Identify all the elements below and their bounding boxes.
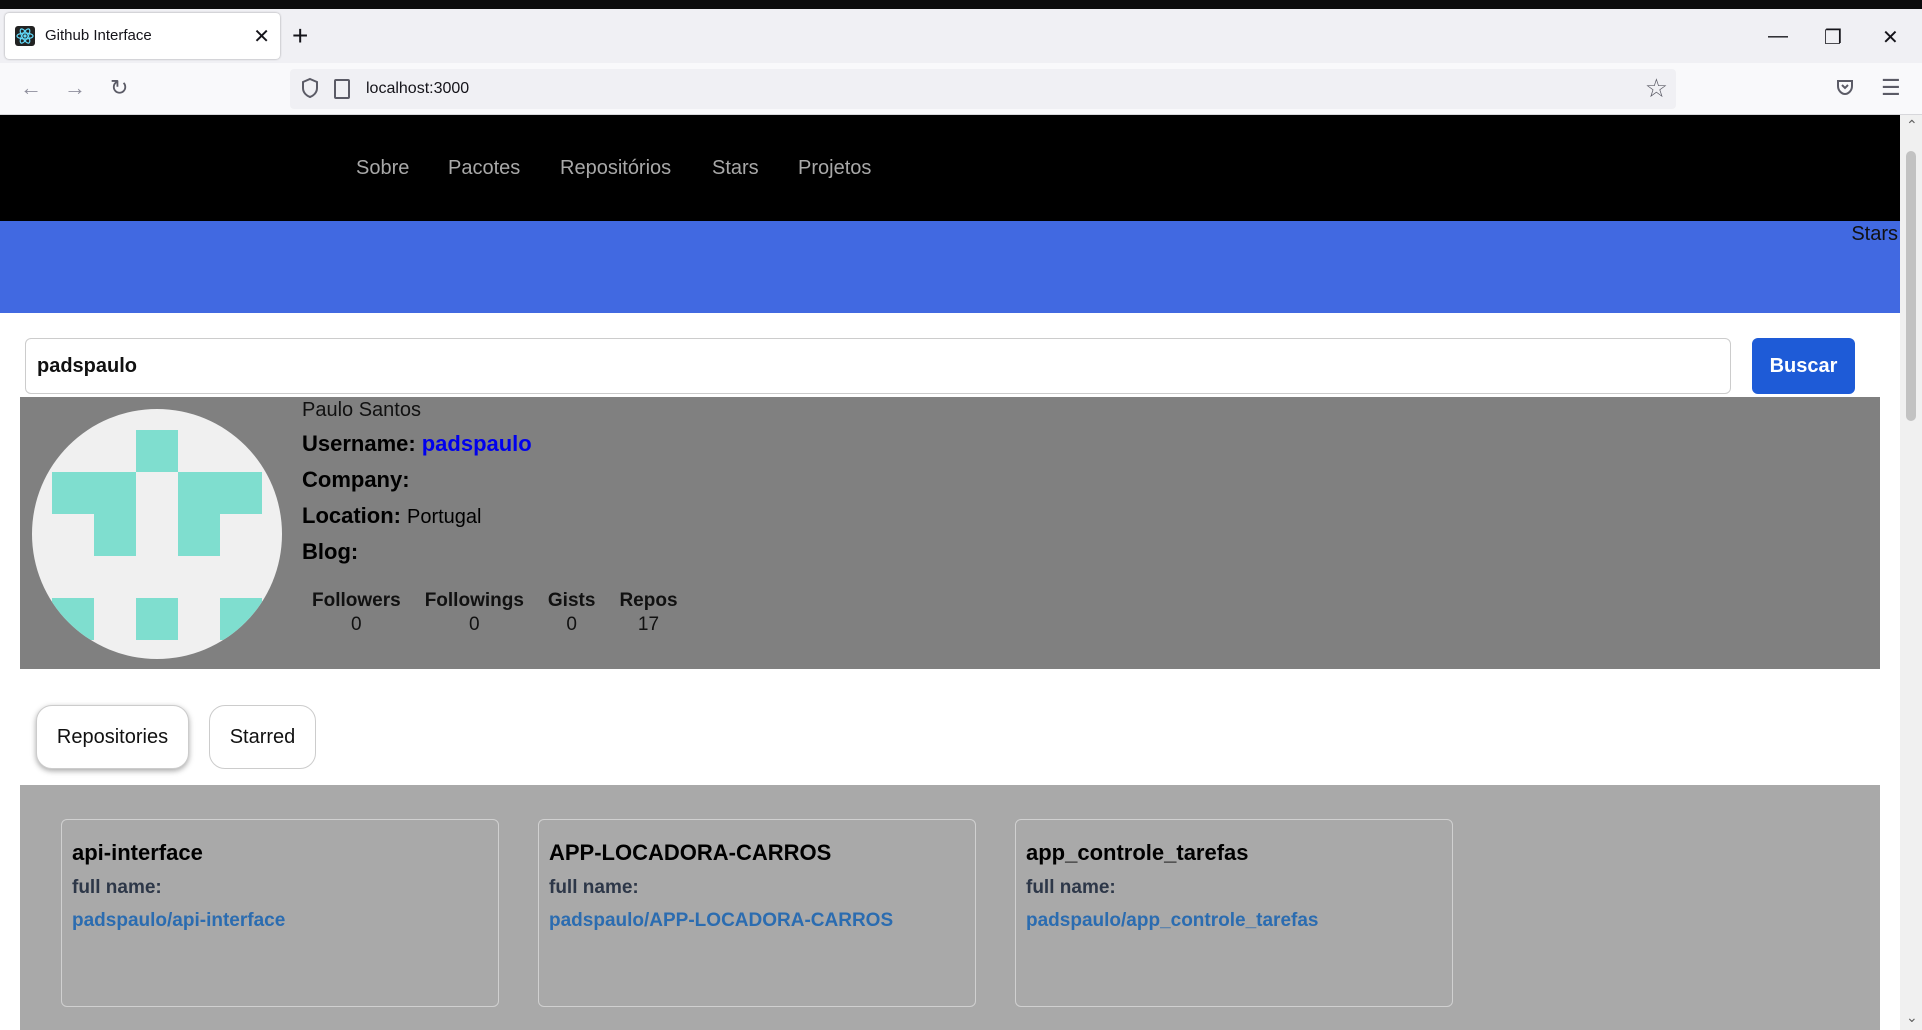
site-navbar: Sobre Pacotes Repositórios Stars Projeto… [0, 115, 1900, 221]
stat-followers: Followers 0 [312, 590, 401, 636]
new-tab-button[interactable]: + [292, 22, 308, 50]
restore-button[interactable]: ❐ [1824, 25, 1842, 50]
nav-link-sobre[interactable]: Sobre [356, 157, 409, 180]
nav-link-stars[interactable]: Stars [712, 157, 759, 180]
blog-label: Blog: [302, 539, 359, 564]
location-value: Portugal [407, 506, 482, 528]
repo-name: api-interface [72, 840, 203, 865]
repo-name: APP-LOCADORA-CARROS [549, 840, 832, 865]
repo-full-name-link[interactable]: padspaulo/app_controle_tarefas [1026, 910, 1318, 932]
repo-name: app_controle_tarefas [1026, 840, 1249, 865]
pocket-icon[interactable] [1835, 77, 1855, 97]
minimize-button[interactable]: — [1768, 25, 1788, 48]
tab-repositories[interactable]: Repositories [36, 705, 189, 769]
search-button[interactable]: Buscar [1752, 338, 1855, 394]
repo-full-name-link[interactable]: padspaulo/APP-LOCADORA-CARROS [549, 910, 893, 932]
banner-stars-label: Stars [1851, 223, 1898, 245]
reload-icon[interactable]: ↻ [110, 75, 128, 101]
url-text[interactable]: localhost:3000 [366, 80, 469, 98]
stat-label: Repos [619, 590, 678, 611]
username-link[interactable]: padspaulo [422, 431, 532, 456]
repo-card[interactable]: api-interface full name: padspaulo/api-i… [61, 819, 499, 1007]
repo-full-name-link[interactable]: padspaulo/api-interface [72, 910, 285, 932]
shield-icon[interactable] [300, 77, 320, 99]
username-row: Username: padspaulo [302, 431, 532, 457]
username-search-input[interactable] [25, 338, 1731, 394]
avatar [32, 409, 282, 659]
profile-stats: Followers 0 Followings 0 Gists 0 Repos 1… [312, 590, 678, 636]
page-content: Sobre Pacotes Repositórios Stars Projeto… [0, 115, 1900, 1030]
profile-name: Paulo Santos [302, 399, 421, 421]
blue-banner: Stars [0, 221, 1900, 313]
nav-link-pacotes[interactable]: Pacotes [448, 157, 520, 180]
tab-starred[interactable]: Starred [209, 705, 316, 769]
scroll-down-icon[interactable]: ⌄ [1906, 1009, 1918, 1026]
browser-tab-bar: Github Interface ✕ + — ❐ ✕ [0, 9, 1922, 63]
page-icon [334, 79, 350, 99]
window-top-strip [0, 0, 1922, 9]
company-row: Company: [302, 467, 416, 493]
stat-label: Followers [312, 590, 401, 611]
blog-row: Blog: [302, 539, 364, 565]
location-row: Location: Portugal [302, 503, 482, 529]
profile-card: Paulo Santos Username: padspaulo Company:… [20, 397, 1880, 669]
stat-label: Followings [424, 590, 524, 611]
stat-repos: Repos 17 [619, 590, 677, 636]
close-window-button[interactable]: ✕ [1882, 25, 1899, 50]
stat-value: 0 [351, 614, 362, 635]
stat-value: 0 [469, 614, 480, 635]
tab-title: Github Interface [45, 27, 152, 44]
stat-gists: Gists 0 [548, 590, 596, 636]
browser-tab[interactable]: Github Interface ✕ [5, 13, 280, 59]
repo-full-name-label: full name: [549, 877, 639, 898]
stat-value: 17 [637, 614, 660, 635]
repo-full-name-label: full name: [1026, 877, 1116, 898]
nav-link-projetos[interactable]: Projetos [798, 157, 871, 180]
repo-full-name-label: full name: [72, 877, 162, 898]
scrollbar-thumb[interactable] [1906, 151, 1916, 421]
nav-link-repositorios[interactable]: Repositórios [560, 157, 671, 180]
stat-followings: Followings 0 [425, 590, 524, 636]
address-bar[interactable]: localhost:3000 ☆ [290, 69, 1676, 109]
stat-label: Gists [547, 590, 596, 611]
username-label: Username: [302, 431, 416, 456]
repository-list: api-interface full name: padspaulo/api-i… [20, 785, 1880, 1030]
bookmark-star-icon[interactable]: ☆ [1645, 73, 1668, 104]
repo-card[interactable]: APP-LOCADORA-CARROS full name: padspaulo… [538, 819, 976, 1007]
page-scrollbar[interactable]: ⌃ ⌄ [1900, 115, 1922, 1030]
location-label: Location: [302, 503, 401, 528]
tab-close-icon[interactable]: ✕ [253, 24, 270, 49]
forward-icon[interactable]: → [64, 75, 86, 101]
stat-value: 0 [566, 614, 577, 635]
scroll-up-icon[interactable]: ⌃ [1906, 117, 1918, 134]
repo-card[interactable]: app_controle_tarefas full name: padspaul… [1015, 819, 1453, 1007]
hamburger-menu-icon[interactable]: ☰ [1881, 75, 1901, 101]
react-favicon-icon [15, 26, 35, 46]
company-label: Company: [302, 467, 410, 492]
browser-toolbar: ← → ↻ localhost:3000 ☆ ☰ [0, 63, 1922, 115]
back-icon[interactable]: ← [20, 75, 42, 101]
